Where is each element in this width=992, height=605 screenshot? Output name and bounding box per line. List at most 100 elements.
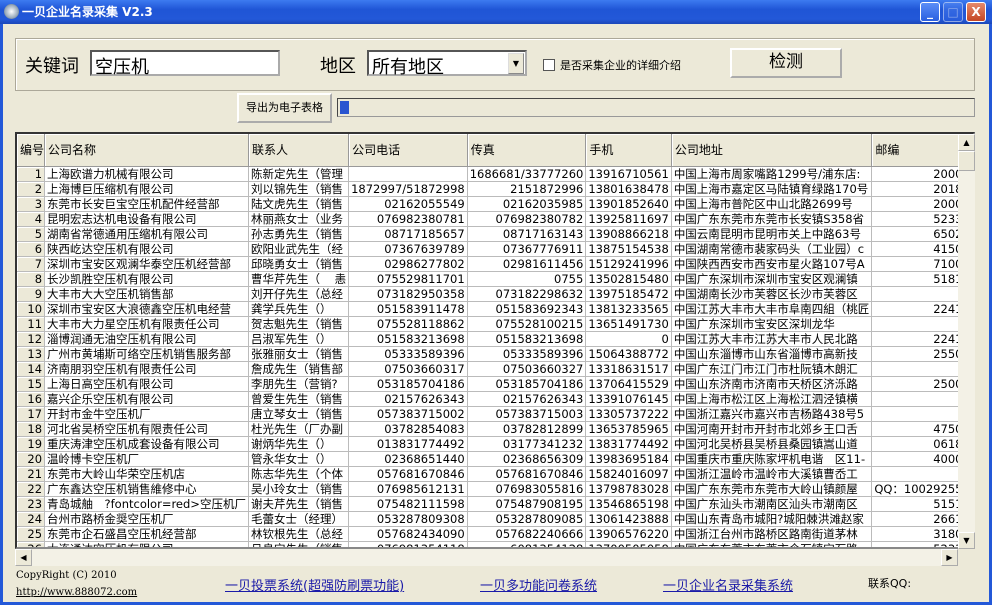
column-header[interactable]: 公司名称 xyxy=(44,134,249,167)
column-header[interactable]: 联系人 xyxy=(248,134,350,167)
horizontal-scrollbar[interactable]: ◀ ▶ xyxy=(15,549,958,566)
results-table[interactable]: 编号公司名称联系人公司电话传真手机公司地址邮编省份 1上海欧谱力机械有限公司陈新… xyxy=(15,132,975,549)
chevron-down-icon[interactable]: ▼ xyxy=(508,53,524,74)
column-header[interactable]: 编号 xyxy=(17,134,46,167)
link-survey-system[interactable]: 一贝多功能问卷系统 xyxy=(480,575,597,594)
table-cell: 18 xyxy=(17,421,46,437)
vertical-scrollbar[interactable]: ▲ ▼ xyxy=(958,134,975,549)
detail-checkbox[interactable] xyxy=(543,59,555,71)
table-cell: 13975185472 xyxy=(585,286,672,302)
table-row[interactable]: 14 济南朋羽空压机有限责任公司 詹成先生（销售部 07503660317 075036… xyxy=(17,361,973,377)
table-cell: 075528100215 xyxy=(467,316,587,332)
table-row[interactable]: 6 陕西屹达空压机有限公司 欧阳业武先生（经 07367639789 073677769… xyxy=(17,241,973,257)
scroll-right-icon[interactable]: ▶ xyxy=(941,549,958,566)
table-cell: 中国江苏大丰市江苏大丰市人民北路 xyxy=(671,331,873,347)
table-cell: 1 xyxy=(17,166,46,182)
scroll-down-icon[interactable]: ▼ xyxy=(958,532,975,549)
table-cell: 07503660327 xyxy=(467,361,587,377)
table-cell: 08717163143 xyxy=(467,226,587,242)
maximize-button[interactable]: □ xyxy=(943,2,963,22)
table-cell: 东莞市大岭山华荣空压机店 xyxy=(44,466,249,482)
table-cell: 大丰市大力星空压机有限责任公司 xyxy=(44,316,249,332)
table-row[interactable]: 10 深圳市宝安区大浪德鑫空压机电经营 龚学兵先生（） 051583911478 051… xyxy=(17,301,973,317)
scroll-up-icon[interactable]: ▲ xyxy=(958,134,975,151)
keyword-input[interactable]: 空压机 xyxy=(90,50,280,78)
table-cell: 076983055816 xyxy=(467,481,587,497)
table-cell xyxy=(348,166,468,182)
table-cell: 053185704186 xyxy=(467,376,587,392)
table-cell: 4 xyxy=(17,211,46,227)
minimize-button[interactable]: _ xyxy=(920,2,940,22)
table-cell: 龚学兵先生（） xyxy=(248,301,350,317)
table-row[interactable]: 12 淄博润通无油空压机有限公司 吕淑军先生（） 051583213698 051583… xyxy=(17,331,973,347)
table-row[interactable]: 22 广东鑫达空压机销售維修中心 吴小玲女士（销售 076985612131 07698… xyxy=(17,481,973,497)
table-cell: 陈新定先生（管理 xyxy=(248,166,350,182)
table-row[interactable]: 25 东莞市企石盛昌空压机经营部 林钦根先生（总经 057682434090 05768… xyxy=(17,526,973,542)
table-row[interactable]: 26 大连通达空压机有限公司 吕良宝先生（销售 076981354118 6081354… xyxy=(17,541,973,547)
table-cell: 0 xyxy=(585,331,672,347)
table-cell: 13391076145 xyxy=(585,391,672,407)
scroll-thumb[interactable] xyxy=(958,151,975,171)
table-row[interactable]: 17 开封市金牛空压机厂 唐立琴女士（销售 057383715002 057383715… xyxy=(17,406,973,422)
table-row[interactable]: 21 东莞市大岭山华荣空压机店 陈志华先生（个体 057681670846 057681… xyxy=(17,466,973,482)
table-cell: 河北省吴桥空压机有限责任公司 xyxy=(44,421,249,437)
column-header[interactable]: 传真 xyxy=(467,134,587,167)
table-cell: 陈志华先生（个体 xyxy=(248,466,350,482)
link-vote-system[interactable]: 一贝投票系统(超强防刷票功能) xyxy=(225,575,404,594)
table-cell: 温岭博卡空压机厂 xyxy=(44,451,249,467)
table-row[interactable]: 19 重庆涛津空压机成套设备有限公司 谢炳华先生（） 013831774492 0317… xyxy=(17,436,973,452)
region-select[interactable]: 所有地区 ▼ xyxy=(367,50,527,78)
table-cell: 13983695184 xyxy=(585,451,672,467)
export-button[interactable]: 导出为电子表格 xyxy=(237,93,332,123)
table-cell: 051583911478 xyxy=(348,301,468,317)
table-row[interactable]: 11 大丰市大力星空压机有限责任公司 贺志魁先生（销售 075528118862 075… xyxy=(17,316,973,332)
contact-text: 联系QQ: xyxy=(868,577,912,590)
table-cell: 中国上海市松江区上海松江泗泾镇横 xyxy=(671,391,873,407)
table-cell: 6081354128 xyxy=(467,541,587,547)
detect-button[interactable]: 检测 xyxy=(730,48,842,78)
table-cell: 8 xyxy=(17,271,46,287)
table-row[interactable]: 2 上海博巨压缩机有限公司 刘以锦先生（销售 1872997/51872998 2151… xyxy=(17,181,973,197)
table-cell: 21 xyxy=(17,466,46,482)
table-row[interactable]: 13 广州市黄埔斯可络空压机销售服务部 张雅丽女士（销售 05333589396 053… xyxy=(17,346,973,362)
table-cell: 16 xyxy=(17,391,46,407)
table-row[interactable]: 20 温岭博卡空压机厂 管永华女士（） 02368651440 02368656309 1… xyxy=(17,451,973,467)
app-icon xyxy=(4,4,19,19)
table-row[interactable]: 16 嘉兴企乐空压机有限公司 曾爱生先生（销售 02157626343 02157626… xyxy=(17,391,973,407)
table-row[interactable]: 9 大丰市大大空压机销售部 刘开仔先生（总经 073182950358 07318229… xyxy=(17,286,973,302)
table-row[interactable]: 8 长沙凯胜空压机有限公司 曹华芹先生（ 恚 075529811701 0755 1350… xyxy=(17,271,973,287)
table-cell: 贺志魁先生（销售 xyxy=(248,316,350,332)
copyright-text: CopyRight (C) 2010 xyxy=(16,570,117,581)
table-cell: 曾爱生先生（销售 xyxy=(248,391,350,407)
table-cell: 053287809085 xyxy=(467,511,587,527)
table-row[interactable]: 24 台州市路桥金奨空压机厂 毛蕾女士（经理） 053287809308 0532878… xyxy=(17,511,973,527)
table-cell: 广东鑫达空压机销售維修中心 xyxy=(44,481,249,497)
table-cell: 中国浙江台州市路桥区路南街道茅林 xyxy=(671,526,873,542)
column-header[interactable]: 公司地址 xyxy=(671,134,873,167)
table-row[interactable]: 23 青岛城舳 ?fontcolor=red>空压机厂 谢夫芹先生（销售 075482… xyxy=(17,496,973,512)
region-value: 所有地区 xyxy=(372,57,444,78)
table-cell: 台州市路桥金奨空压机厂 xyxy=(44,511,249,527)
table-cell: 中国山东济南市济南市天桥区济泺路 xyxy=(671,376,873,392)
column-header[interactable]: 手机 xyxy=(585,134,672,167)
table-row[interactable]: 3 东莞市长安巨宝空压机配件经营部 陆文虎先生（销售 02162055549 02162… xyxy=(17,196,973,212)
column-header[interactable]: 公司电话 xyxy=(348,134,468,167)
table-header: 编号公司名称联系人公司电话传真手机公司地址邮编省份 xyxy=(17,134,973,167)
website-link[interactable]: http://www.888072.com xyxy=(16,587,137,598)
table-row[interactable]: 5 湖南省常德通用压缩机有限公司 孙志勇先生（销售 08717185657 087171… xyxy=(17,226,973,242)
table-cell: 中国广东东莞市东莞市企石镇宝石路 xyxy=(671,541,873,547)
table-row[interactable]: 15 上海日高空压机有限公司 李朋先生（营销? 053185704186 0531857… xyxy=(17,376,973,392)
table-row[interactable]: 7 深圳市宝安区观澜华泰空压机经营部 邱晓勇女士（销售 02986277802 0298… xyxy=(17,256,973,272)
table-cell: 中国浙江温岭市温岭市大溪镇曹岙工 xyxy=(671,466,873,482)
table-cell: 1686681/33777260 xyxy=(467,166,587,182)
scroll-left-icon[interactable]: ◀ xyxy=(15,549,32,566)
link-directory-system[interactable]: 一贝企业名录采集系统 xyxy=(663,575,793,594)
table-cell: 13502815480 xyxy=(585,271,672,287)
table-row[interactable]: 1 上海欧谱力机械有限公司 陈新定先生（管理 1686681/33777260 1391… xyxy=(17,166,973,182)
table-row[interactable]: 4 昆明宏志达机电设备有限公司 林丽燕女士（业务 076982380781 076982… xyxy=(17,211,973,227)
table-cell: 曹华芹先生（ 恚 xyxy=(248,271,350,287)
table-row[interactable]: 18 河北省吴桥空压机有限责任公司 杜光先生（厂办副 03782854083 03782… xyxy=(17,421,973,437)
close-button[interactable]: X xyxy=(966,2,986,22)
table-cell: 05333589396 xyxy=(348,346,468,362)
table-cell: 07503660317 xyxy=(348,361,468,377)
